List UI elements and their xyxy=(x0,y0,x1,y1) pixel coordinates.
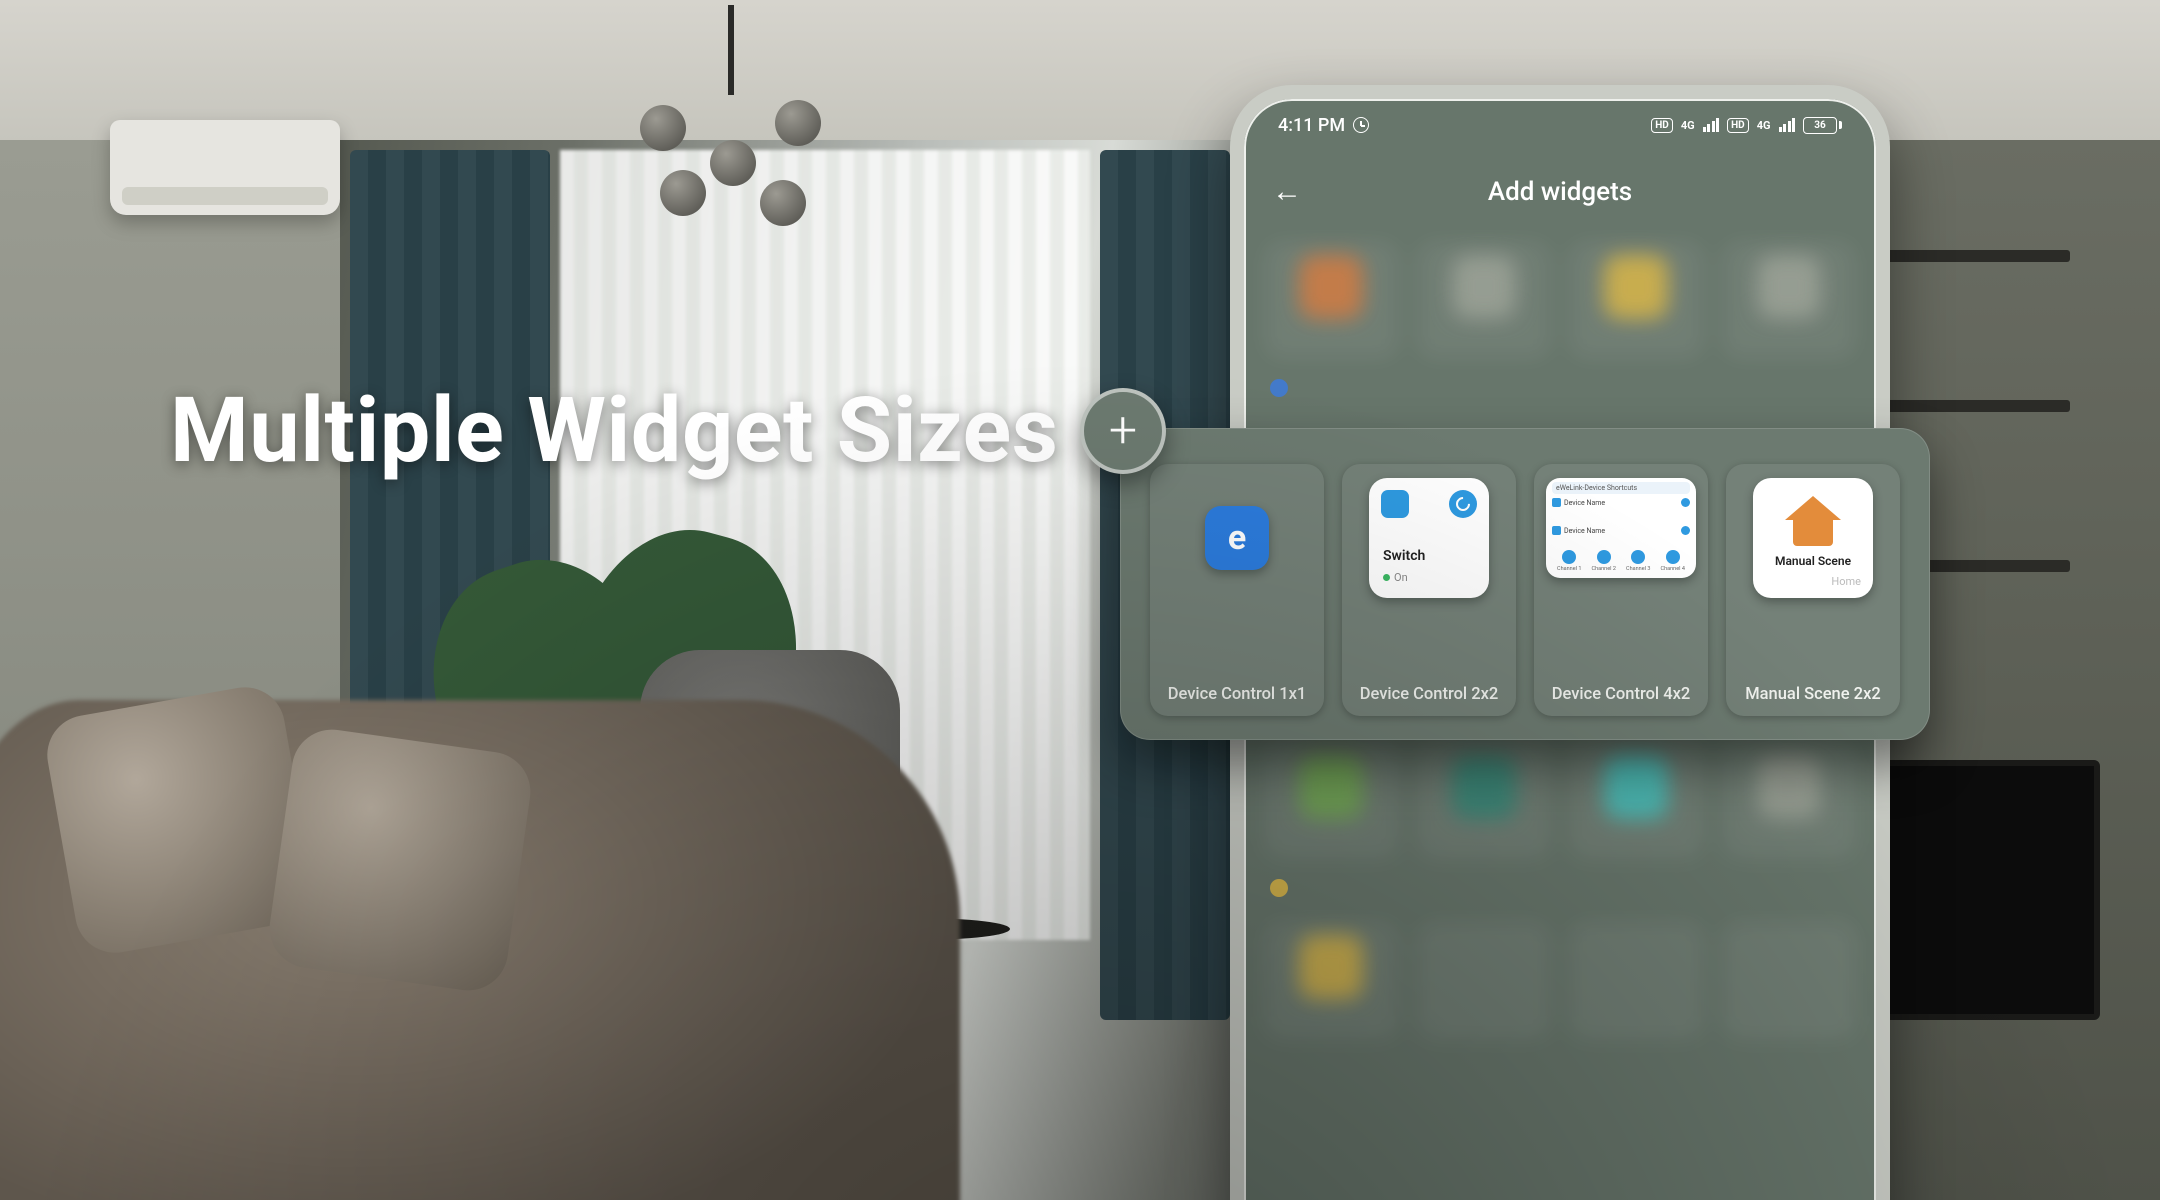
app-bar: ← Add widgets xyxy=(1244,157,1876,227)
widget-preview: Switch On xyxy=(1369,478,1489,598)
widget-preview: e xyxy=(1205,506,1269,570)
promo-scene: Multiple Widget Sizes 4:11 PM HD 4G HD 4… xyxy=(0,0,2160,1200)
status-bar: 4:11 PM HD 4G HD 4G 36 xyxy=(1244,99,1876,151)
widget-option-2x2[interactable]: Switch On Device Control 2x2 xyxy=(1342,464,1516,716)
channel-icon xyxy=(1666,550,1680,564)
list-item xyxy=(1417,741,1552,859)
list-item xyxy=(1569,921,1704,1039)
back-arrow-icon[interactable]: ← xyxy=(1272,177,1302,207)
power-icon xyxy=(1681,498,1690,507)
widget-label: Device Control 2x2 xyxy=(1360,685,1499,704)
list-item xyxy=(1417,241,1552,359)
list-item xyxy=(1264,241,1399,359)
power-icon xyxy=(1449,490,1477,518)
status-time: 4:11 PM xyxy=(1278,115,1345,136)
channel-icon xyxy=(1631,550,1645,564)
section-marker-icon xyxy=(1270,379,1288,397)
signal-icon xyxy=(1779,118,1796,132)
list-item xyxy=(1722,741,1857,859)
widget-label: Device Control 1x1 xyxy=(1168,685,1307,704)
power-icon xyxy=(1681,526,1690,535)
hd-badge-icon: HD xyxy=(1727,118,1749,133)
aircon-unit xyxy=(110,120,340,215)
list-item xyxy=(1264,741,1399,859)
widget-option-1x1[interactable]: e Device Control 1x1 xyxy=(1150,464,1324,716)
device-icon xyxy=(1381,490,1409,518)
alarm-icon xyxy=(1353,117,1369,133)
list-item xyxy=(1569,241,1704,359)
plus-icon: + xyxy=(1109,406,1137,456)
scene-name: Manual Scene xyxy=(1753,554,1873,568)
app-icon: e xyxy=(1228,518,1246,558)
list-item xyxy=(1569,741,1704,859)
widget-preview: eWeLink-Device Shortcuts Device Name Dev… xyxy=(1546,478,1696,578)
section-marker-icon xyxy=(1270,879,1288,897)
widget-option-4x2[interactable]: eWeLink-Device Shortcuts Device Name Dev… xyxy=(1534,464,1708,716)
status-dot-icon xyxy=(1383,574,1390,581)
chandelier xyxy=(600,5,860,245)
scene-home: Home xyxy=(1831,575,1861,588)
widget-option-scene-2x2[interactable]: Manual Scene Home Manual Scene 2x2 xyxy=(1726,464,1900,716)
network-gen: 4G xyxy=(1681,119,1695,132)
list-item xyxy=(1417,921,1552,1039)
switch-state: On xyxy=(1383,571,1408,584)
list-item xyxy=(1722,241,1857,359)
switch-name: Switch xyxy=(1383,548,1425,564)
widget-label: Device Control 4x2 xyxy=(1552,685,1691,704)
widget-size-popover: + e Device Control 1x1 Switch On Device … xyxy=(1120,428,1930,740)
appbar-title: Add widgets xyxy=(1244,177,1876,207)
widget-preview: Manual Scene Home xyxy=(1753,478,1873,598)
add-widget-button[interactable]: + xyxy=(1080,388,1166,474)
pillow xyxy=(264,724,535,995)
list-item xyxy=(1264,921,1399,1039)
signal-icon xyxy=(1703,118,1720,132)
preview-header: eWeLink-Device Shortcuts xyxy=(1552,482,1690,494)
house-icon xyxy=(1785,496,1841,544)
network-gen: 4G xyxy=(1757,119,1771,132)
device-icon xyxy=(1552,498,1561,507)
channel-icon xyxy=(1597,550,1611,564)
channel-icon xyxy=(1562,550,1576,564)
widget-label: Manual Scene 2x2 xyxy=(1745,685,1881,704)
hd-badge-icon: HD xyxy=(1651,118,1673,133)
device-icon xyxy=(1552,526,1561,535)
promo-headline: Multiple Widget Sizes xyxy=(170,378,1058,483)
battery-icon: 36 xyxy=(1803,117,1842,134)
list-item xyxy=(1722,921,1857,1039)
